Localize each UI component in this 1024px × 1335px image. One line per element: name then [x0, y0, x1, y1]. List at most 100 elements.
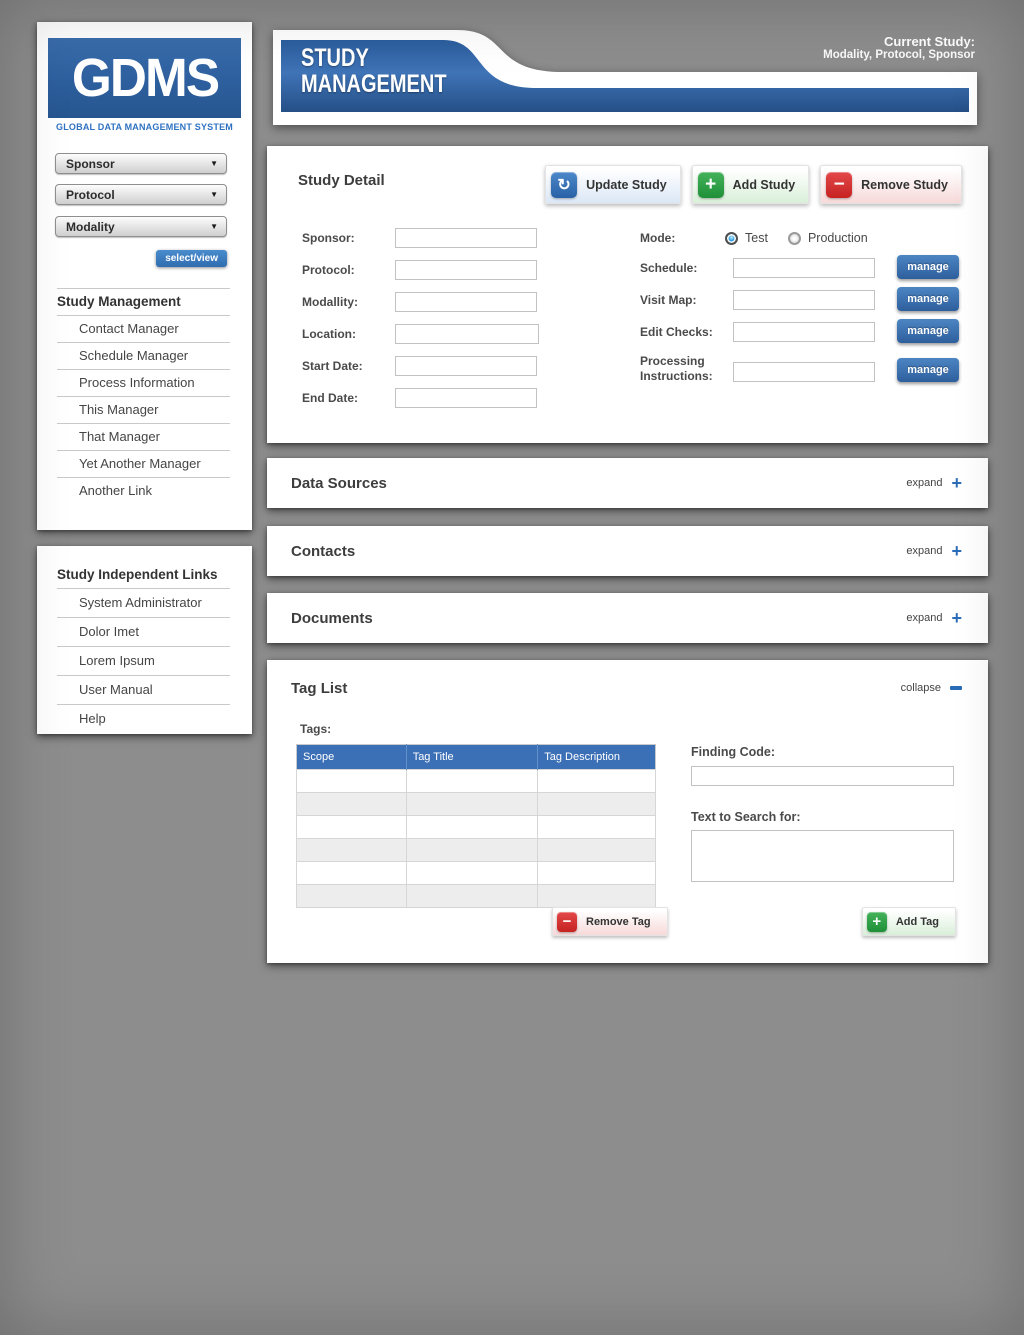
contacts-expand-button[interactable]: expand + — [906, 542, 962, 560]
text-to-search-field[interactable] — [691, 830, 954, 882]
sponsor-field[interactable] — [395, 228, 537, 248]
current-study: Current Study: Modality, Protocol, Spons… — [823, 34, 975, 61]
modality-field-label: Modallity: — [302, 295, 358, 309]
mode-radio-group: Test Production — [725, 228, 868, 248]
minus-icon — [950, 686, 962, 690]
table-row[interactable] — [296, 838, 656, 862]
sidebar-item-process-information[interactable]: Process Information — [57, 370, 230, 397]
start-date-field-label: Start Date: — [302, 359, 363, 373]
col-tag-description[interactable]: Tag Description — [537, 744, 656, 770]
sponsor-dropdown[interactable]: Sponsor ▼ — [55, 153, 227, 174]
sidebar-item-dolor-imet[interactable]: Dolor Imet — [57, 618, 230, 647]
expand-label: expand — [906, 545, 943, 557]
plus-icon: + — [951, 473, 962, 493]
documents-title: Documents — [291, 609, 373, 627]
plus-icon: + — [866, 911, 887, 932]
sidebar-item-contact-manager[interactable]: Contact Manager — [57, 316, 230, 343]
minus-icon: − — [557, 911, 577, 932]
sidebar-item-another-link[interactable]: Another Link — [57, 478, 230, 504]
protocol-field-label: Protocol: — [302, 263, 355, 277]
mode-production-option[interactable]: Production — [787, 231, 868, 245]
data-sources-title: Data Sources — [291, 474, 387, 492]
processing-instructions-field[interactable] — [733, 362, 875, 382]
sidebar-item-system-administrator[interactable]: System Administrator — [57, 589, 230, 618]
tags-label: Tags: — [300, 722, 332, 736]
select-view-button[interactable]: select/view — [156, 250, 227, 267]
gdms-logo: GDMS — [48, 38, 241, 118]
add-tag-button[interactable]: + Add Tag — [861, 907, 956, 936]
manage-schedule-button[interactable]: manage — [897, 255, 959, 279]
sidebar-item-schedule-manager[interactable]: Schedule Manager — [57, 343, 230, 370]
sidebar-item-help[interactable]: Help — [57, 705, 230, 733]
table-row[interactable] — [296, 884, 656, 908]
collapse-label: collapse — [900, 682, 941, 694]
study-detail-title: Study Detail — [298, 172, 385, 189]
manage-edit-checks-button[interactable]: manage — [897, 319, 959, 343]
tag-list-title: Tag List — [291, 680, 348, 697]
sponsor-field-label: Sponsor: — [302, 231, 355, 245]
tag-list-collapse-button[interactable]: collapse — [901, 682, 962, 694]
sidebar-item-that-manager[interactable]: That Manager — [57, 424, 230, 451]
col-tag-title[interactable]: Tag Title — [405, 744, 538, 770]
tag-list-panel: Tag List collapse Tags: Scope Tag Title … — [267, 660, 988, 963]
visit-map-field-label: Visit Map: — [640, 293, 697, 307]
sidebar-item-this-manager[interactable]: This Manager — [57, 397, 230, 424]
protocol-dropdown[interactable]: Protocol ▼ — [55, 184, 227, 205]
plus-icon: + — [697, 171, 724, 198]
update-study-button[interactable]: ↻ Update Study — [545, 165, 681, 204]
tags-table: Scope Tag Title Tag Description — [296, 744, 656, 908]
current-study-label: Current Study: — [884, 34, 975, 49]
location-field[interactable] — [395, 324, 539, 344]
edit-checks-field-label: Edit Checks: — [640, 325, 713, 339]
page-title-line1: STUDY — [301, 44, 369, 72]
end-date-field[interactable] — [395, 388, 537, 408]
documents-panel: Documents expand + — [267, 593, 988, 643]
minus-icon: − — [826, 171, 853, 198]
protocol-field[interactable] — [395, 260, 537, 280]
finding-code-label: Finding Code: — [691, 745, 776, 759]
documents-expand-button[interactable]: expand + — [906, 609, 962, 627]
mode-label: Mode: — [640, 231, 676, 245]
radio-selected-icon — [725, 231, 738, 245]
add-tag-label: Add Tag — [895, 915, 939, 928]
sidebar-item-yet-another-manager[interactable]: Yet Another Manager — [57, 451, 230, 478]
manage-processing-instructions-button[interactable]: manage — [897, 358, 959, 382]
table-row[interactable] — [296, 815, 656, 839]
finding-code-field[interactable] — [691, 766, 954, 786]
col-scope[interactable]: Scope — [296, 744, 407, 770]
radio-unselected-icon — [787, 231, 801, 245]
modality-dropdown[interactable]: Modality ▼ — [55, 216, 227, 237]
modality-field[interactable] — [395, 292, 537, 312]
manage-visit-map-button[interactable]: manage — [897, 287, 959, 311]
data-sources-expand-button[interactable]: expand + — [906, 473, 962, 493]
expand-label: expand — [906, 612, 943, 624]
independent-links-panel: Study Independent Links System Administr… — [37, 546, 252, 734]
study-management-menu: Study Management Contact Manager Schedul… — [57, 288, 230, 504]
table-row[interactable] — [296, 792, 656, 816]
page-title-line2: MANAGEMENT — [301, 69, 447, 98]
remove-tag-button[interactable]: − Remove Tag — [552, 907, 668, 936]
remove-study-button[interactable]: − Remove Study — [820, 165, 962, 204]
text-to-search-label: Text to Search for: — [691, 810, 801, 824]
table-row[interactable] — [296, 769, 656, 793]
mode-production-label: Production — [807, 231, 868, 245]
edit-checks-field[interactable] — [733, 322, 875, 342]
sidebar-item-lorem-ipsum[interactable]: Lorem Ipsum — [57, 647, 230, 676]
schedule-field-label: Schedule: — [640, 261, 698, 275]
chevron-down-icon: ▼ — [210, 190, 218, 199]
mode-test-label: Test — [745, 231, 768, 245]
sidebar-panel: GDMS GLOBAL DATA MANAGEMENT SYSTEM Spons… — [37, 22, 252, 530]
links-title: Study Independent Links — [57, 562, 230, 589]
sidebar-item-user-manual[interactable]: User Manual — [57, 676, 230, 705]
schedule-field[interactable] — [733, 258, 875, 278]
menu-title: Study Management — [57, 288, 230, 316]
add-study-button[interactable]: + Add Study — [691, 165, 810, 204]
page-header: STUDY MANAGEMENT Current Study: Modality… — [265, 22, 985, 135]
study-detail-panel: Study Detail ↻ Update Study + Add Study … — [267, 146, 988, 443]
processing-instructions-field-label: Processing Instructions: — [640, 354, 713, 383]
start-date-field[interactable] — [395, 356, 537, 376]
visit-map-field[interactable] — [733, 290, 875, 310]
mode-test-option[interactable]: Test — [725, 231, 768, 245]
table-row[interactable] — [296, 861, 656, 885]
gdms-logo-text: GDMS — [71, 48, 219, 108]
